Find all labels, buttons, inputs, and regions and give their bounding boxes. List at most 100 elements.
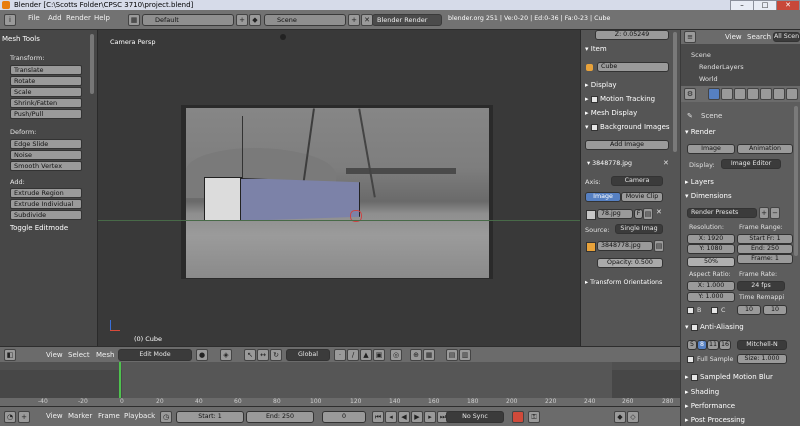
resolution-percentage-slider[interactable]: 50%: [687, 257, 735, 267]
outliner-editor-icon[interactable]: ≡: [684, 31, 696, 43]
render-engine-select[interactable]: Blender Render: [372, 14, 442, 26]
jump-start-icon[interactable]: ⏮: [372, 411, 384, 423]
menu-help[interactable]: Help: [94, 14, 110, 22]
transform-orientation-select[interactable]: Global: [286, 349, 330, 361]
location-z-field[interactable]: Z: 0.05249: [595, 30, 669, 40]
viewport-shading-icon[interactable]: ●: [196, 349, 208, 361]
layout-icon[interactable]: ▦: [128, 14, 140, 26]
tl-menu-frame[interactable]: Frame: [98, 412, 120, 420]
rotate-button[interactable]: Rotate: [10, 76, 82, 86]
noise-button[interactable]: Noise: [10, 150, 82, 160]
time-remap-old-field[interactable]: 10: [737, 305, 761, 315]
tab-movie-clip[interactable]: Movie Clip: [621, 192, 663, 202]
outliner-item-world[interactable]: World: [699, 75, 718, 83]
toolshelf-scrollbar[interactable]: [90, 34, 94, 94]
render-layers-tab-icon[interactable]: [721, 88, 733, 100]
opacity-slider[interactable]: Opacity: 0.500: [597, 258, 663, 268]
vp-menu-mesh[interactable]: Mesh: [96, 351, 114, 359]
motion-tracking-header[interactable]: ▸ Motion Tracking: [585, 95, 655, 103]
remove-background-icon[interactable]: ✕: [663, 159, 669, 167]
next-keyframe-icon[interactable]: ▸: [424, 411, 436, 423]
smooth-vertex-button[interactable]: Smooth Vertex: [10, 161, 82, 171]
play-reverse-icon[interactable]: ◀: [398, 411, 410, 423]
aa-samples-11[interactable]: 11: [707, 340, 719, 350]
render-presets-select[interactable]: Render Presets: [687, 208, 757, 218]
browse-file-icon[interactable]: ▤: [654, 240, 664, 252]
face-select-icon[interactable]: ▲: [360, 349, 372, 361]
properties-editor-icon[interactable]: ⚙: [684, 88, 696, 100]
limit-selection-icon[interactable]: ▣: [373, 349, 385, 361]
aspect-y-field[interactable]: Y: 1.000: [687, 292, 735, 302]
post-processing-panel-header[interactable]: ▸ Post Processing: [685, 416, 745, 424]
layers-panel-header[interactable]: ▸ Layers: [685, 178, 714, 186]
anti-aliasing-panel-header[interactable]: ▾ Anti-Aliasing: [685, 323, 744, 331]
time-remap-new-field[interactable]: 10: [763, 305, 787, 315]
add-image-button[interactable]: Add Image: [585, 140, 669, 150]
aa-samples-16[interactable]: 16: [719, 340, 731, 350]
npanel-scrollbar[interactable]: [673, 32, 677, 152]
crop-checkbox[interactable]: [711, 307, 718, 314]
vp-menu-view[interactable]: View: [46, 351, 63, 359]
keying-set-icon[interactable]: ⚿: [528, 411, 540, 423]
editor-type-icon[interactable]: i: [4, 14, 16, 26]
render-tab-icon[interactable]: [708, 88, 720, 100]
item-panel-header[interactable]: ▾ Item: [585, 45, 607, 53]
3d-viewport[interactable]: Camera Persp (0) Cube: [98, 30, 580, 346]
frame-start-field[interactable]: Start Fr: 1: [737, 234, 793, 244]
pivot-point-icon[interactable]: ◈: [220, 349, 232, 361]
extrude-individual-button[interactable]: Extrude Individual: [10, 199, 82, 209]
snap-icon[interactable]: ⊕: [410, 349, 422, 361]
timeline-editor-icon[interactable]: ◔: [4, 411, 16, 423]
background-images-header[interactable]: ▾ Background Images: [585, 123, 670, 131]
axis-select[interactable]: Camera: [611, 176, 663, 186]
mode-select[interactable]: Edit Mode: [118, 349, 192, 361]
add-preset-button[interactable]: +: [759, 207, 769, 219]
edge-select-icon[interactable]: /: [347, 349, 359, 361]
motion-tracking-checkbox[interactable]: [590, 95, 598, 103]
object-tab-icon[interactable]: [760, 88, 772, 100]
outliner-menu-search[interactable]: Search: [747, 33, 771, 41]
motion-blur-checkbox[interactable]: [690, 373, 698, 381]
source-select[interactable]: Single Imag: [615, 224, 663, 234]
add-layout-button[interactable]: +: [236, 14, 248, 26]
preview-range-icon[interactable]: ◷: [160, 411, 172, 423]
insert-keyframe-icon[interactable]: ◆: [614, 411, 626, 423]
menu-add[interactable]: Add: [48, 14, 62, 22]
properties-scrollbar[interactable]: [794, 106, 798, 256]
edge-slide-button[interactable]: Edge Slide: [10, 139, 82, 149]
push-pull-button[interactable]: Push/Pull: [10, 109, 82, 119]
delete-keyframe-icon[interactable]: ◇: [627, 411, 639, 423]
modifiers-tab-icon[interactable]: [786, 88, 798, 100]
aspect-x-field[interactable]: X: 1.000: [687, 281, 735, 291]
timeline-collapse-icon[interactable]: +: [18, 411, 30, 423]
frame-end-field[interactable]: End: 250: [737, 244, 793, 254]
background-image-entry[interactable]: ▾ 3848778.jpg: [587, 160, 632, 167]
scene-field[interactable]: Scene: [264, 14, 346, 26]
frame-rate-select[interactable]: 24 fps: [737, 281, 785, 291]
shading-panel-header[interactable]: ▸ Shading: [685, 388, 719, 396]
frame-start-field[interactable]: Start: 1: [176, 411, 244, 423]
mesh-tools-header[interactable]: Mesh Tools: [2, 35, 40, 43]
open-image-icon[interactable]: ▤: [643, 208, 653, 220]
unlink-image-icon[interactable]: ✕: [656, 208, 662, 216]
subdivide-button[interactable]: Subdivide: [10, 210, 82, 220]
snap-element-icon[interactable]: ▦: [423, 349, 435, 361]
play-icon[interactable]: ▶: [411, 411, 423, 423]
render-image-button[interactable]: Image: [687, 144, 735, 154]
menu-file[interactable]: File: [28, 14, 40, 22]
pin-icon[interactable]: ✎: [687, 112, 693, 120]
sampled-motion-blur-header[interactable]: ▸ Sampled Motion Blur: [685, 373, 773, 381]
translate-manipulator-icon[interactable]: ↔: [257, 349, 269, 361]
tl-menu-view[interactable]: View: [46, 412, 63, 420]
image-file-field[interactable]: 78.jpg: [597, 209, 633, 219]
outliner-filter-select[interactable]: All Scenes: [773, 32, 800, 42]
timeline[interactable]: -40 -20 0 20 40 60 80 100 120 140 160 18…: [0, 362, 680, 406]
opengl-render-icon[interactable]: ▥: [459, 349, 471, 361]
performance-panel-header[interactable]: ▸ Performance: [685, 402, 735, 410]
menu-render[interactable]: Render: [66, 14, 91, 22]
rotate-manipulator-icon[interactable]: ↻: [270, 349, 282, 361]
resolution-x-field[interactable]: X: 1920: [687, 234, 735, 244]
vertex-select-icon[interactable]: ·: [334, 349, 346, 361]
file-path-icon[interactable]: [586, 242, 596, 252]
scene-tab-icon[interactable]: [734, 88, 746, 100]
